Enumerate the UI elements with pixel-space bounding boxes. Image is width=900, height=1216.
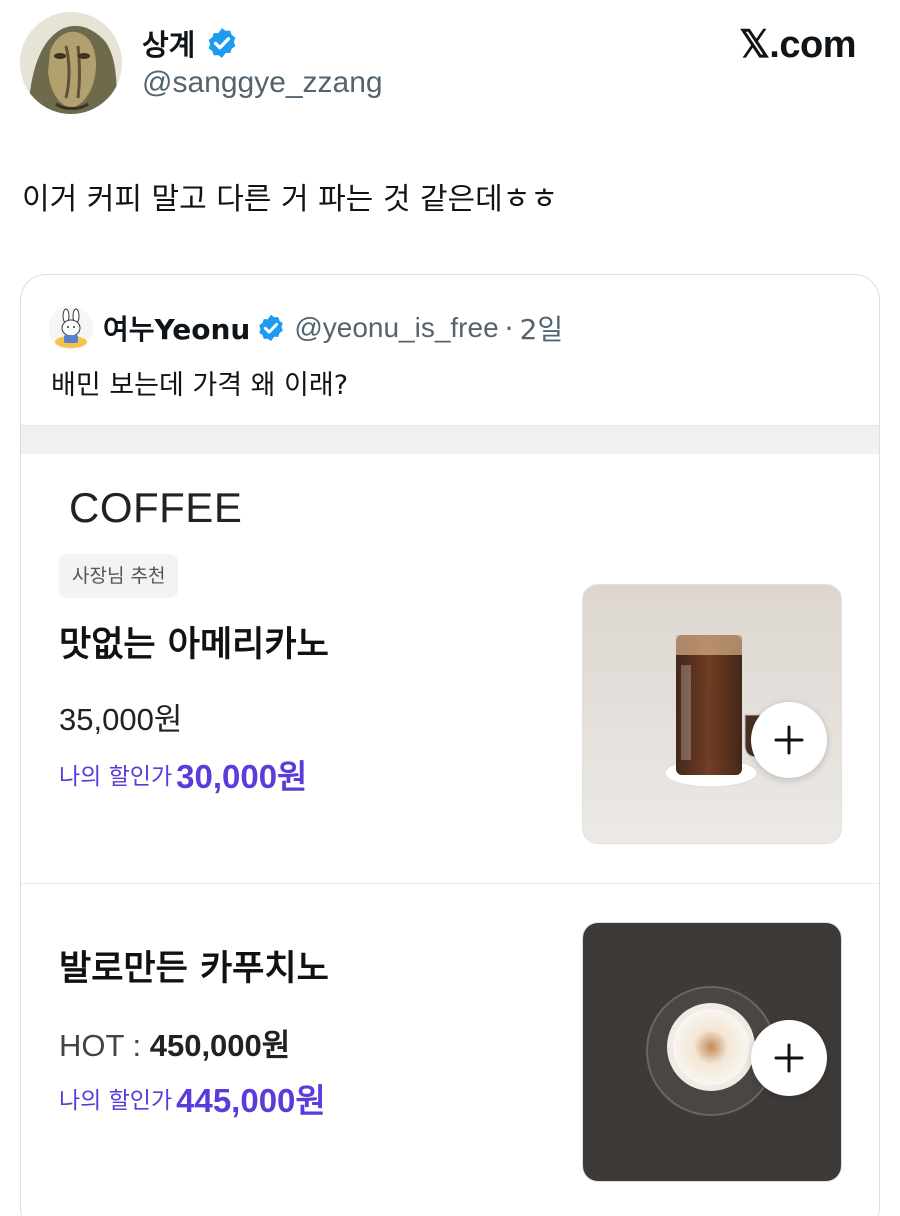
menu-category-title: COFFEE	[69, 484, 243, 531]
author-avatar[interactable]	[20, 12, 122, 114]
price-label: HOT :	[59, 1028, 150, 1063]
verified-badge-icon	[208, 28, 236, 58]
add-to-cart-button[interactable]	[751, 702, 827, 778]
author-handle[interactable]: @sanggye_zzang	[142, 66, 383, 100]
verified-badge-icon	[259, 314, 284, 342]
discount-price: 나의 할인가 445,000원	[59, 1074, 326, 1122]
plus-icon	[774, 725, 804, 755]
quoted-tweet-card[interactable]: 여누Yeonu @yeonu_is_free · 2일 배민 보는데 가격 왜 …	[20, 274, 880, 1216]
quoted-tweet-header: 여누Yeonu @yeonu_is_free · 2일	[49, 303, 563, 353]
quoted-author-name[interactable]: 여누Yeonu	[103, 308, 250, 348]
add-to-cart-button[interactable]	[751, 1020, 827, 1096]
quoted-timestamp[interactable]: 2일	[520, 308, 564, 348]
menu-item-price: HOT : 450,000원	[59, 1020, 290, 1065]
quoted-author-handle[interactable]: @yeonu_is_free	[294, 312, 498, 344]
x-logo-text: 𝕏.com	[739, 24, 856, 66]
price-value: 450,000원	[149, 1028, 291, 1063]
quoted-author-avatar[interactable]	[49, 306, 93, 350]
recommend-badge: 사장님 추천	[59, 554, 179, 598]
price-value: 35,000원	[59, 702, 183, 737]
discount-value: 30,000원	[176, 758, 308, 795]
quoted-screenshot-image[interactable]: COFFEE 사장님 추천 맛없는 아메리카노 35,000원 나의 할인가 30…	[21, 425, 879, 1216]
author-name[interactable]: 상계	[142, 22, 195, 64]
discount-value: 445,000원	[176, 1082, 326, 1119]
menu-item-name: 맛없는 아메리카노	[59, 625, 329, 665]
menu-item-price: 35,000원	[59, 694, 182, 739]
discount-label: 나의 할인가	[59, 1088, 173, 1114]
screenshot-top-strip	[21, 426, 879, 454]
discount-label: 나의 할인가	[59, 764, 173, 790]
menu-item-name: 발로만든 카푸치노	[59, 949, 329, 989]
quoted-tweet-text: 배민 보는데 가격 왜 이래?	[51, 370, 349, 401]
tweet-text: 이거 커피 말고 다른 거 파는 것 같은데ㅎㅎ	[22, 182, 558, 217]
menu-item[interactable]: 사장님 추천 맛없는 아메리카노 35,000원 나의 할인가 30,000원	[21, 554, 879, 884]
menu-item[interactable]: 발로만든 카푸치노 HOT : 450,000원 나의 할인가 445,000원	[21, 884, 879, 1216]
plus-icon	[774, 1043, 804, 1073]
separator-dot: ·	[504, 311, 514, 345]
discount-price: 나의 할인가 30,000원	[59, 750, 307, 798]
